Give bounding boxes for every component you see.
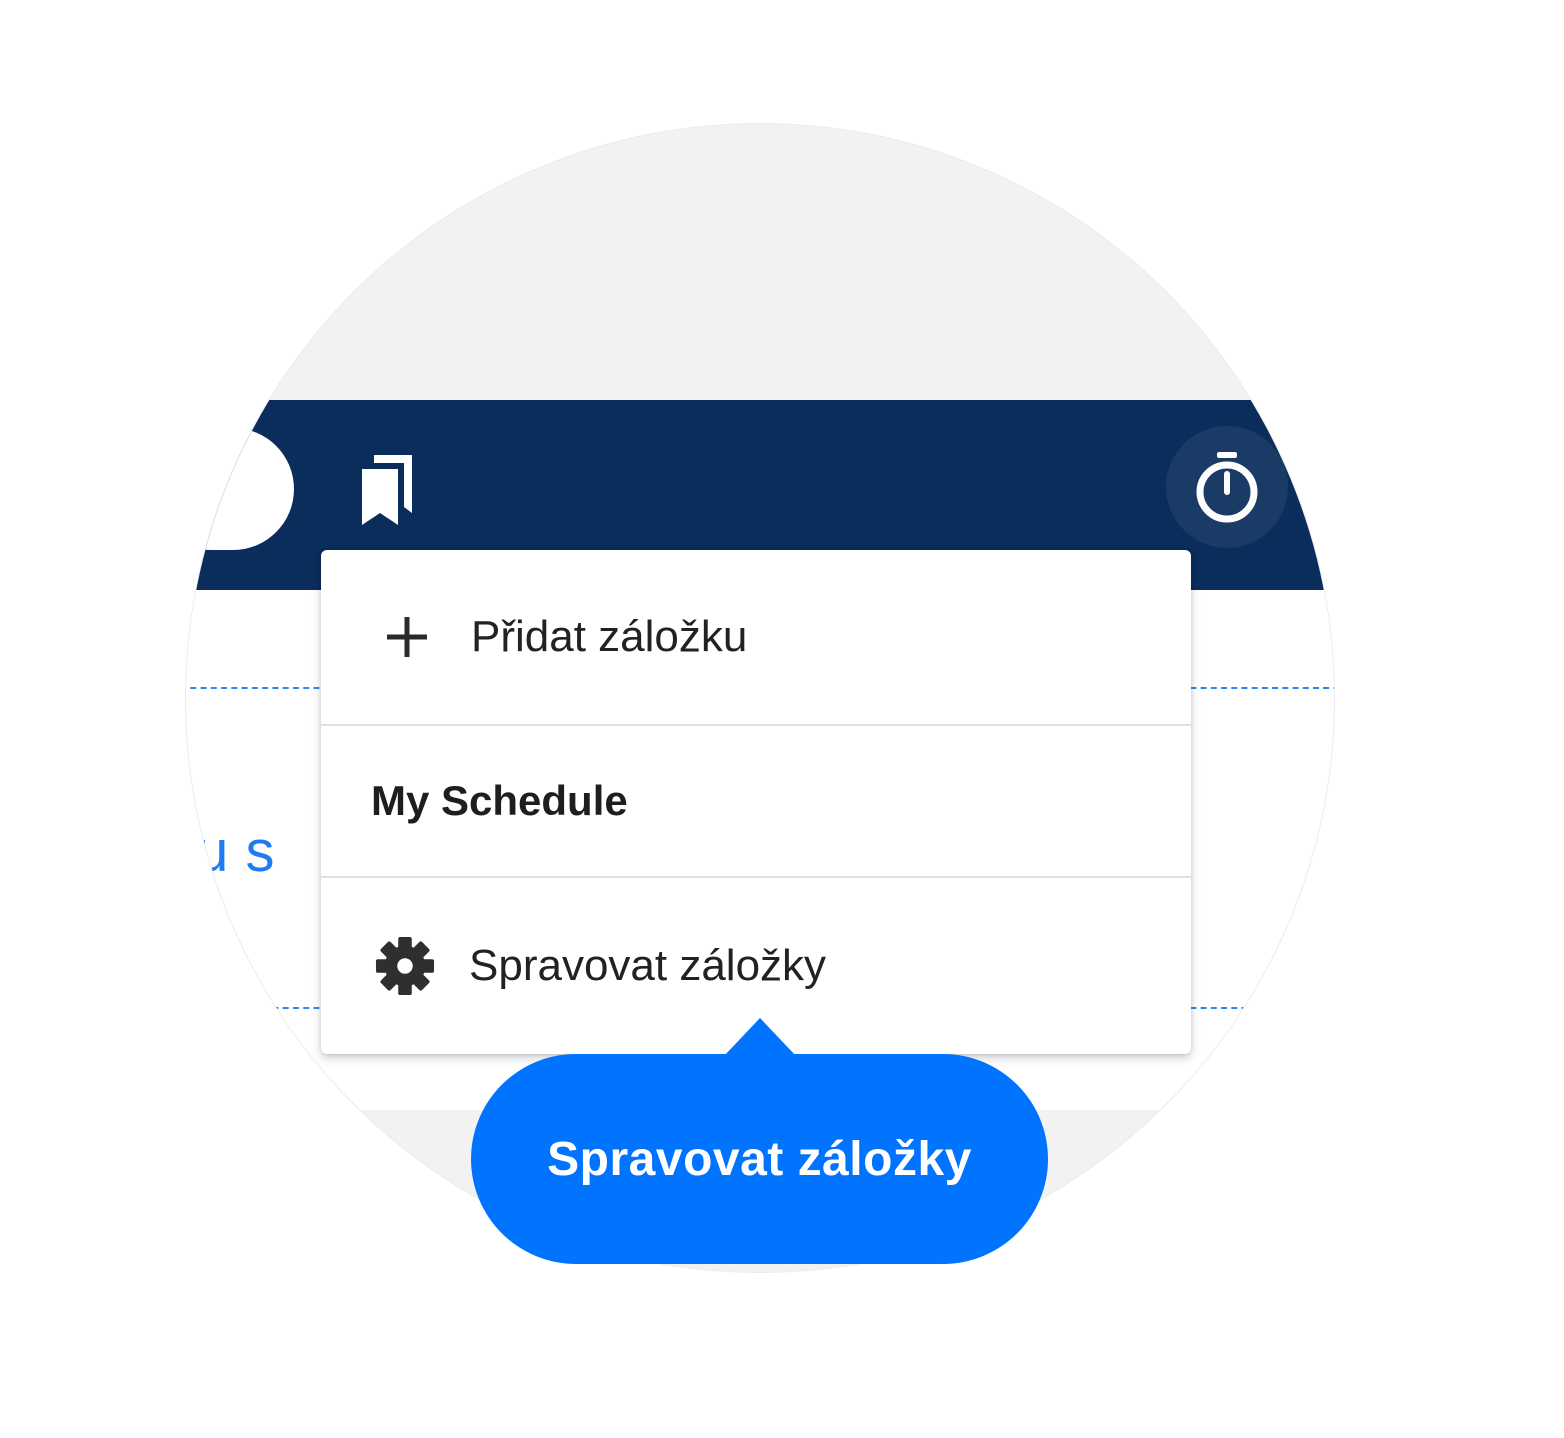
add-bookmark-label: Přidat záložku [471,612,748,661]
timer-button[interactable] [1166,426,1288,548]
callout-pointer [724,1018,796,1056]
section-divider [186,687,340,689]
zoom-illustration: olu s Přidat záložku My Schedule [0,0,1564,1438]
manage-bookmarks-label: Spravovat záložky [469,941,827,990]
add-bookmark-item[interactable]: Přidat záložku [321,550,1191,724]
bookmark-item-my-schedule[interactable]: My Schedule [321,726,1191,876]
bookmarks-dropdown-menu: Přidat záložku My Schedule Spravovat zál… [321,550,1191,1054]
gear-icon [375,936,435,996]
background-link-text[interactable]: olu s [186,818,275,885]
section-divider [1170,687,1334,689]
callout-label: Spravovat záložky [547,1132,972,1186]
bookmarks-icon [362,455,412,525]
callout-bubble: Spravovat záložky [471,1054,1048,1264]
bookmarks-button[interactable] [340,446,426,532]
bookmark-label: My Schedule [371,777,628,824]
plus-icon [377,607,437,667]
section-divider [1170,1007,1334,1009]
section-divider [186,1007,340,1009]
stopwatch-icon [1196,452,1258,523]
